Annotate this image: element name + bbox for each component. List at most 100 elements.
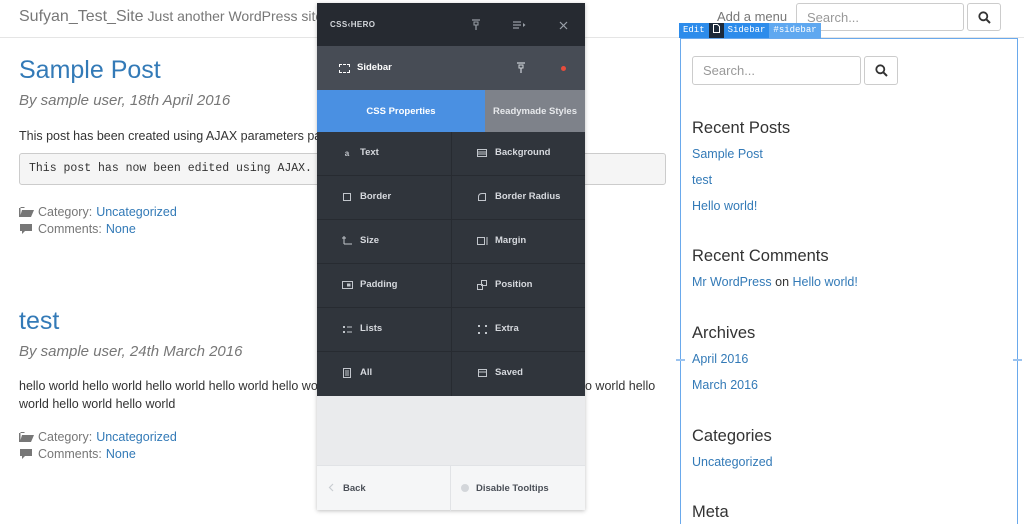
sidebar-search-input[interactable] — [692, 56, 861, 85]
site-branding: Sufyan_Test_Site Just another WordPress s… — [19, 8, 323, 26]
search-icon — [874, 64, 888, 77]
csshero-footer: Back Disable Tooltips — [317, 465, 585, 511]
header-search-button[interactable] — [967, 3, 1001, 31]
property-label: Background — [495, 147, 551, 158]
post-byline: By sample user, 18th April 2016 — [19, 92, 231, 109]
margin-icon — [476, 235, 488, 247]
recent-posts-title: Recent Posts — [692, 119, 791, 137]
status-dot[interactable] — [561, 66, 566, 71]
comments-label: Comments: — [38, 222, 102, 236]
folder-icon — [19, 206, 34, 219]
extra-icon — [476, 323, 488, 335]
resize-handle-left[interactable] — [676, 359, 685, 361]
post-comments: Comments: None — [19, 447, 136, 461]
archive-link[interactable]: March 2016 — [692, 378, 758, 392]
size-icon — [341, 235, 353, 247]
selected-element-tag: Edit Sidebar #sidebar — [679, 23, 821, 38]
disable-tooltips-label: Disable Tooltips — [476, 483, 549, 494]
property-label: Size — [360, 235, 380, 246]
comment-icon — [19, 223, 34, 236]
back-button[interactable]: Back — [317, 466, 450, 511]
comments-link[interactable]: None — [106, 447, 136, 461]
back-label: Back — [343, 483, 366, 494]
selection-icon — [339, 64, 350, 73]
border-radius-icon — [476, 191, 488, 203]
resize-handle-right[interactable] — [1013, 359, 1022, 361]
property-position[interactable]: Position — [451, 264, 585, 308]
category-link[interactable]: Uncategorized — [96, 205, 177, 219]
property-label: Lists — [360, 323, 383, 334]
selected-element-name: Sidebar — [357, 62, 392, 73]
tab-readymade-styles[interactable]: Readymade Styles — [485, 90, 585, 132]
comment-on-text: on — [775, 275, 790, 289]
property-label: Saved — [495, 367, 523, 378]
comment-icon — [19, 448, 34, 461]
post-category: Category: Uncategorized — [19, 430, 177, 444]
sidebar[interactable]: Recent Posts Sample Post test Hello worl… — [676, 38, 1022, 524]
property-text[interactable]: a Text — [317, 132, 451, 176]
property-border-radius[interactable]: Border Radius — [451, 176, 585, 220]
post-byline: By sample user, 24th March 2016 — [19, 343, 243, 360]
tag-element-id: #sidebar — [769, 23, 821, 38]
property-background[interactable]: Background — [451, 132, 585, 176]
category-label: Category: — [38, 205, 93, 219]
recent-comment-item: Mr WordPress on Hello world! — [692, 275, 858, 289]
site-title[interactable]: Sufyan_Test_Site — [19, 8, 144, 25]
position-icon — [476, 279, 488, 291]
layout-list-icon[interactable] — [511, 17, 527, 33]
property-lists[interactable]: Lists — [317, 308, 451, 352]
all-icon — [341, 367, 353, 379]
comments-link[interactable]: None — [106, 222, 136, 236]
csshero-toolbar: CSS‹HERO — [317, 3, 585, 46]
properties-grid: a Text Background Border Border Radius S… — [317, 132, 585, 396]
property-label: Padding — [360, 279, 398, 290]
meta-title: Meta — [692, 503, 729, 521]
pin-icon[interactable] — [468, 17, 484, 33]
recent-post-link[interactable]: test — [692, 173, 712, 187]
selected-element-bar[interactable]: Sidebar — [317, 46, 585, 90]
property-border[interactable]: Border — [317, 176, 451, 220]
property-extra[interactable]: Extra — [451, 308, 585, 352]
background-icon — [476, 147, 488, 159]
header-search-input[interactable] — [796, 3, 964, 31]
site-tagline: Just another WordPress site — [147, 8, 324, 24]
document-icon[interactable] — [708, 23, 724, 38]
property-label: Text — [360, 147, 379, 158]
property-label: Margin — [495, 235, 527, 246]
saved-icon — [476, 367, 488, 379]
sidebar-search-button[interactable] — [864, 56, 898, 85]
text-icon: a — [344, 148, 350, 158]
property-size[interactable]: Size — [317, 220, 451, 264]
recent-comments-title: Recent Comments — [692, 247, 829, 265]
post-comments: Comments: None — [19, 222, 136, 236]
padding-icon — [341, 279, 353, 291]
border-icon — [341, 191, 353, 203]
property-all[interactable]: All — [317, 352, 451, 396]
tag-element-name: Sidebar — [723, 23, 770, 38]
property-margin[interactable]: Margin — [451, 220, 585, 264]
category-link[interactable]: Uncategorized — [692, 455, 773, 469]
post-excerpt-line2: world hello world hello world — [19, 397, 176, 411]
comment-post-link[interactable]: Hello world! — [793, 275, 858, 289]
disable-tooltips-button[interactable]: Disable Tooltips — [451, 466, 585, 511]
archive-link[interactable]: April 2016 — [692, 352, 748, 366]
toggle-dot-icon — [461, 484, 469, 492]
recent-post-link[interactable]: Hello world! — [692, 199, 757, 213]
search-icon — [977, 10, 991, 24]
property-label: Position — [495, 279, 533, 290]
category-link[interactable]: Uncategorized — [96, 430, 177, 444]
pin-element-icon[interactable] — [514, 61, 528, 75]
tab-css-properties[interactable]: CSS Properties — [317, 90, 485, 132]
property-padding[interactable]: Padding — [317, 264, 451, 308]
csshero-panel: CSS‹HERO Sidebar CSS Properties Readymad… — [317, 3, 585, 511]
add-menu-link[interactable]: Add a menu — [717, 9, 787, 24]
tag-edit-button[interactable]: Edit — [679, 23, 709, 38]
property-saved[interactable]: Saved — [451, 352, 585, 396]
close-icon[interactable] — [555, 17, 571, 33]
category-label: Category: — [38, 430, 93, 444]
folder-icon — [19, 431, 34, 444]
property-label: Border — [360, 191, 392, 202]
comment-author-link[interactable]: Mr WordPress — [692, 275, 772, 289]
comments-label: Comments: — [38, 447, 102, 461]
recent-post-link[interactable]: Sample Post — [692, 147, 763, 161]
